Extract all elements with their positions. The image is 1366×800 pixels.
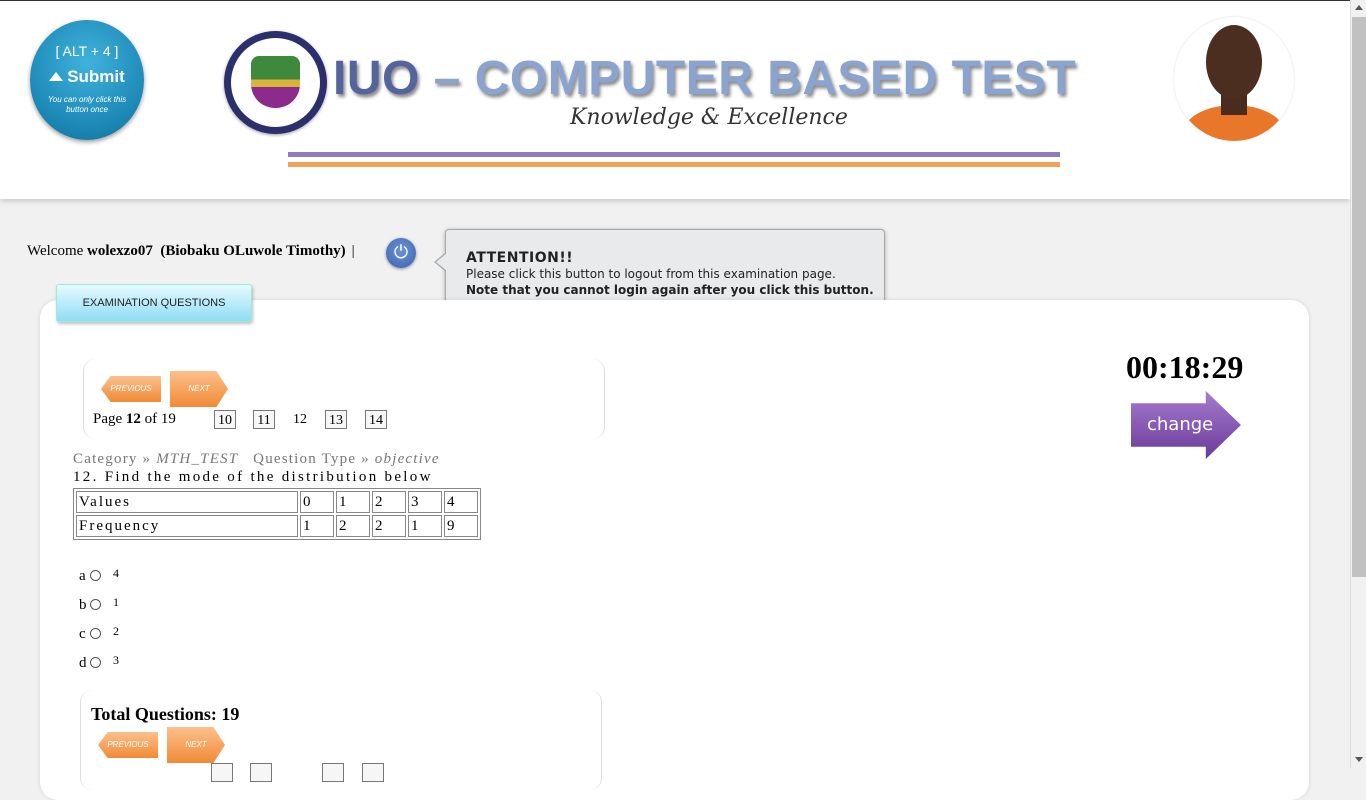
submit-button[interactable]: [ ALT + 4 ] Submit You can only click th…: [30, 20, 144, 140]
option-b-radio[interactable]: [90, 599, 101, 610]
candidate-photo: [1174, 17, 1294, 141]
logout-power-icon[interactable]: ⏻: [386, 238, 416, 268]
scroll-up-icon[interactable]: [1355, 5, 1363, 10]
submit-label: Submit: [67, 67, 125, 86]
tooltip-title: ATTENTION!!: [466, 250, 574, 266]
option-a: a4: [79, 566, 119, 584]
site-title: IUO – COMPUTER BASED TEST: [333, 52, 1077, 105]
welcome-text: Welcome wolexzo07 (Biobaku OLuwole Timot…: [27, 243, 355, 259]
next-button-bottom[interactable]: NEXT: [167, 727, 225, 763]
username: wolexzo07: [87, 243, 153, 259]
page-current-12: 12: [293, 412, 307, 427]
page-link-14[interactable]: 14: [365, 410, 387, 429]
divider-purple: [288, 152, 1060, 157]
option-c-radio[interactable]: [90, 628, 101, 639]
tooltip-line2: Note that you cannot login again after y…: [466, 283, 874, 297]
tooltip-line1: Please click this button to logout from …: [466, 267, 836, 281]
scroll-down-icon[interactable]: [1355, 757, 1363, 762]
option-d-radio[interactable]: [90, 657, 101, 668]
page-link-bottom[interactable]: [250, 763, 272, 782]
page-link-bottom[interactable]: [362, 763, 384, 782]
total-questions: Total Questions: 19: [91, 704, 240, 724]
slogan: Knowledge & Excellence: [570, 105, 848, 130]
question-category: Category » MTH_TEST Question Type » obje…: [73, 451, 440, 467]
page-link-10[interactable]: 10: [214, 410, 236, 429]
distribution-table: Values 0 1 2 3 4 Frequency 1 2 2 1 9: [73, 488, 481, 540]
countdown-timer: 00:18:29: [1126, 349, 1244, 385]
header: [ ALT + 4 ] Submit You can only click th…: [0, 0, 1350, 199]
previous-button-bottom[interactable]: PREVIOUS: [98, 732, 158, 758]
table-row: Values 0 1 2 3 4: [76, 491, 478, 513]
previous-button[interactable]: PREVIOUS: [101, 376, 161, 402]
page-link-bottom[interactable]: [322, 763, 344, 782]
question-text: 12. Find the mode of the distribution be…: [73, 469, 433, 485]
page-link-13[interactable]: 13: [325, 410, 347, 429]
table-row: Frequency 1 2 2 1 9: [76, 515, 478, 537]
submit-shortcut: [ ALT + 4 ]: [55, 43, 119, 59]
option-b: b1: [79, 595, 119, 613]
page-link-11[interactable]: 11: [253, 410, 275, 429]
tab-examination-questions[interactable]: EXAMINATION QUESTIONS: [56, 284, 252, 322]
next-button[interactable]: NEXT: [170, 371, 228, 407]
option-a-radio[interactable]: [90, 570, 101, 581]
option-c: c2: [79, 624, 119, 642]
page-scrollbar[interactable]: [1350, 0, 1366, 768]
upload-arrow-icon: [49, 72, 64, 81]
scrollbar-thumb[interactable]: [1352, 17, 1366, 577]
submit-note: You can only click this button once: [47, 95, 127, 114]
page-indicator: Page 12 of 19: [93, 411, 176, 427]
divider-orange: [288, 162, 1060, 167]
option-d: d3: [79, 653, 119, 671]
page-link-bottom[interactable]: [211, 763, 233, 782]
university-seal-logo: [224, 31, 327, 134]
full-name: (Biobaku OLuwole Timothy): [160, 243, 346, 259]
